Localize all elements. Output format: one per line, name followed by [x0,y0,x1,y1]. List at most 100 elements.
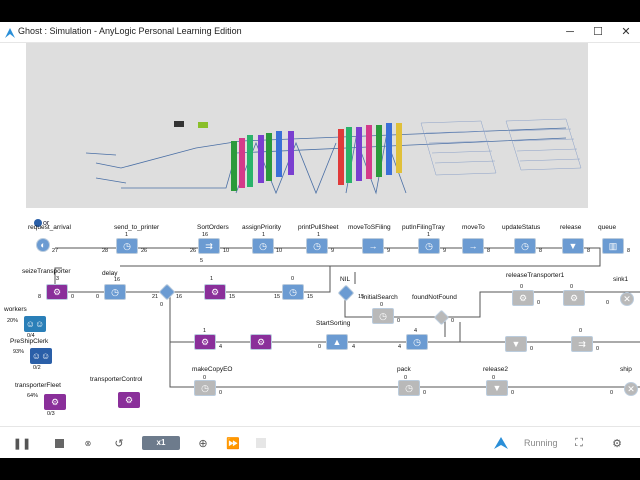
block-release2[interactable]: ▼ [486,380,508,396]
queue-icon: ▥ [608,240,618,251]
count-transporterFleet: 0/3 [47,411,55,417]
count-ship: 0 [610,390,614,396]
block-assignPriority[interactable]: ◷ [252,238,274,254]
block-moveToSFiling[interactable]: → [362,238,384,254]
resource-pool-workers[interactable]: ☺☺ [24,316,46,332]
block-seize-3[interactable]: ⚙ [194,334,216,350]
count-seizeTransporter: 3 [56,276,60,282]
label-transporterFleet: transporterFleet [15,382,61,389]
block-release[interactable]: ▼ [562,238,584,254]
batch-icon: ⇉ [205,240,213,251]
clerk-icon: ☺☺ [31,350,51,361]
out-assignPriority: 10 [276,248,283,254]
block-seize-2[interactable]: ⚙ [204,284,226,300]
label-SortOrders: SortOrders [197,224,229,231]
developer-panel-icon[interactable]: ⚙ [608,435,626,451]
block-releaseTransporter1[interactable]: ⚙ [512,290,534,306]
out-seize-3: 4 [219,344,223,350]
in-delay: 0 [96,294,100,300]
seize-transporter-icon: ⚙ [200,336,210,347]
simulation-window: or request_arrival ◐ 27 send_to_printer … [0,22,640,458]
fullscreen-icon[interactable]: ⛶ [570,435,588,451]
block-seizeTransporter[interactable]: ⚙ [46,284,68,300]
block-seize-4[interactable]: ⚙ [250,334,272,350]
block-delay[interactable]: ◷ [104,284,126,300]
out-SortOrders: 10 [223,248,230,254]
source-icon: ◐ [40,239,46,250]
label-printPullSheet: printPullSheet [298,224,339,231]
label-queue: queue [598,224,617,231]
block-request_arrival[interactable]: ◐ [36,238,50,252]
block-release-grey[interactable]: ⚙ [563,290,585,306]
virtual-time-icon[interactable] [254,435,268,451]
block-makeCopyEO[interactable]: ◷ [194,380,216,396]
resource-pool-transporterFleet[interactable]: ⚙ [44,394,66,410]
block-putInFilingTray[interactable]: ◷ [418,238,440,254]
pause-icon[interactable]: ❚❚ [13,435,31,451]
label-NIL: NIL [340,276,351,283]
faster-icon[interactable]: ⊕ [194,435,212,451]
block-send_to_printer[interactable]: ◷ [116,238,138,254]
seize-transporter-icon: ⚙ [256,336,266,347]
seize-icon: ▲ [332,336,342,347]
out-putInFilingTray: 9 [443,248,447,254]
workers-icon: ☺☺ [25,318,45,329]
out-seize-2: 15 [229,294,236,300]
block-ship[interactable]: ✕ [624,382,638,396]
out-InitialSearch: 0 [397,318,401,324]
count-delay-2: 0 [291,276,295,282]
label-moveToSFiling: moveToSFiling [348,224,391,231]
step-icon[interactable]: ⊗ [80,435,96,451]
label-request_arrival: request_arrival [28,224,71,231]
delay-icon: ◷ [259,240,267,251]
block-pack[interactable]: ◷ [398,380,420,396]
speed-indicator[interactable]: x1 [142,436,180,450]
delay-icon: ◷ [413,336,421,347]
block-InitialSearch[interactable]: ◷ [372,308,394,324]
block-delay-2[interactable]: ◷ [282,284,304,300]
block-queue[interactable]: ▥ [602,238,624,254]
delay-icon: ◷ [379,310,387,321]
sink-icon: ✕ [623,293,631,304]
label-send_to_printer: send_to_printer [114,224,160,231]
in-SortOrders: 26 [190,248,197,254]
pct-transporterFleet: 64% [27,393,39,399]
minimize-button[interactable]: ─ [556,23,584,41]
window-title: Ghost : Simulation - AnyLogic Personal L… [18,26,242,36]
block-printPullSheet[interactable]: ◷ [306,238,328,254]
pct-workers: 20% [7,318,19,324]
label-release: release [560,224,582,231]
delay-icon: ◷ [111,286,119,297]
stop-icon[interactable] [52,435,66,451]
delay-icon: ◷ [289,286,297,297]
block-batch-3[interactable]: ⇉ [571,336,593,352]
block-sink1[interactable]: ✕ [620,292,634,306]
label-delay: delay [102,270,118,277]
seize-transporter-icon: ⚙ [210,286,220,297]
slower-icon[interactable]: ↺ [110,435,128,451]
extra-SortOrders: 5 [200,258,204,264]
out-send_to_printer: 26 [141,248,148,254]
out-moveToSFiling: 9 [387,248,391,254]
out-queue: 8 [627,248,631,254]
fast-forward-icon[interactable]: ⏩ [224,435,242,451]
resource-pool-PreShipClerk[interactable]: ☺☺ [30,348,52,364]
in-StartSorting: 0 [318,344,322,350]
in-send_to_printer: 28 [102,248,109,254]
block-updateStatus[interactable]: ◷ [514,238,536,254]
transporter-fleet-icon: ⚙ [50,396,60,407]
close-button[interactable]: ✕ [612,23,640,41]
block-transporterControl[interactable]: ⚙ [118,392,140,408]
label-sink1: sink1 [613,276,629,283]
count-InitialSearch: 0 [380,302,384,308]
block-moveTo[interactable]: → [462,238,484,254]
out-StartSorting: 4 [352,344,356,350]
block-StartSorting[interactable]: ▲ [326,334,348,350]
label-pack: pack [397,366,411,373]
block-release-3[interactable]: ▼ [505,336,527,352]
out-releaseTransporter1: 0 [537,300,541,306]
maximize-button[interactable]: ☐ [584,23,612,41]
block-delay-3[interactable]: ◷ [406,334,428,350]
block-SortOrders[interactable]: ⇉ [198,238,220,254]
out-updateStatus: 8 [539,248,543,254]
